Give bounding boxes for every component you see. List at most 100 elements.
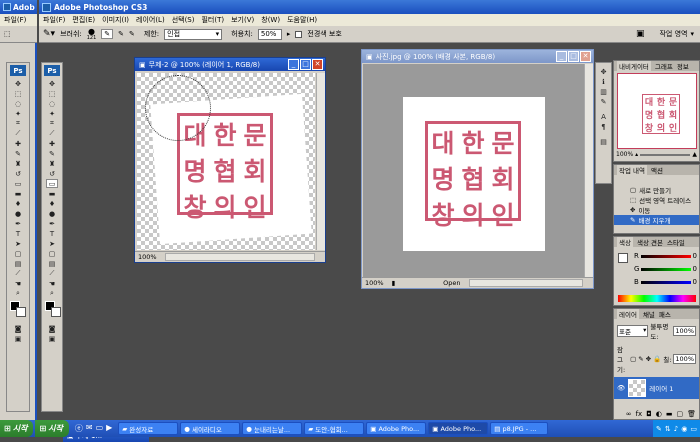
magic-wand-tool-icon[interactable]: ✦: [46, 109, 58, 118]
task-folder-1[interactable]: ▰ 완성자료: [118, 422, 179, 435]
pen-tool-icon[interactable]: ✒: [46, 219, 58, 228]
desktop-icon[interactable]: ▭: [96, 423, 104, 434]
task-snow[interactable]: ● 눈내리는날...: [242, 422, 303, 435]
channel-value[interactable]: 0: [693, 278, 697, 286]
color-slider-b[interactable]: B0: [634, 277, 697, 287]
doc1-hscroll[interactable]: [164, 253, 315, 261]
zoom-in-icon[interactable]: ▲: [692, 151, 697, 158]
channel-value[interactable]: 0: [693, 252, 697, 260]
healing-tool-icon[interactable]: ✚: [12, 139, 24, 148]
color-swatches[interactable]: [45, 301, 61, 321]
maximize-icon[interactable]: □: [568, 51, 579, 62]
hand-tool-icon[interactable]: ☚: [46, 279, 58, 288]
pen-icon[interactable]: ✎: [656, 425, 662, 433]
doc2-hscroll[interactable]: [468, 279, 583, 287]
history-item[interactable]: ✥ 이동: [614, 205, 699, 215]
gradient-tool-icon[interactable]: ▬: [46, 189, 58, 198]
lock-move-icon[interactable]: ✥: [646, 355, 651, 363]
workspace-button[interactable]: 작업 영역: [659, 29, 687, 39]
tab-swatches[interactable]: 색상 견본: [637, 237, 663, 247]
dodge-tool-icon[interactable]: ●: [12, 209, 24, 218]
back-window-title[interactable]: Adob: [0, 0, 37, 14]
path-select-icon[interactable]: ➤: [12, 239, 24, 248]
tolerance-input[interactable]: 50%: [257, 28, 282, 40]
start-button[interactable]: ⊞ 시작: [0, 420, 34, 437]
layer-comps-icon[interactable]: ▤: [598, 137, 610, 146]
menu-help[interactable]: 도움말(H): [287, 15, 317, 25]
paragraph-palette-icon[interactable]: ¶: [598, 122, 610, 131]
tab-styles[interactable]: 스타일: [667, 237, 685, 247]
eraser-tool-icon[interactable]: ▭: [12, 179, 24, 188]
zoom-tool-icon[interactable]: ⌕: [12, 289, 24, 298]
menu-window[interactable]: 창(W): [261, 15, 280, 25]
menu-select[interactable]: 선택(S): [172, 15, 195, 25]
blur-tool-icon[interactable]: ♦: [12, 199, 24, 208]
brush-tool-icon[interactable]: ✎: [46, 149, 58, 158]
start-button-2[interactable]: ⊞ 시작: [35, 420, 69, 437]
tab-navigator[interactable]: 내비게이터: [617, 61, 651, 71]
lock-all-icon[interactable]: 🔒: [653, 355, 661, 363]
app-title-bar[interactable]: Adobe Photoshop CS3: [39, 0, 700, 14]
slice-tool-icon[interactable]: ⟋: [12, 129, 24, 138]
zoom-slider[interactable]: [640, 153, 691, 156]
close-icon[interactable]: ✕: [312, 59, 323, 70]
doc2-canvas[interactable]: 대 한 문 명 협 회 창 의 인: [403, 97, 545, 251]
menu-layer[interactable]: 레이어(L): [136, 15, 165, 25]
marquee-tool-icon[interactable]: ⬚: [46, 89, 58, 98]
link-layers-icon[interactable]: ∞: [626, 410, 632, 418]
hand-tool-icon[interactable]: ☚: [12, 279, 24, 288]
fill-input[interactable]: 100%: [673, 354, 696, 364]
maximize-icon[interactable]: □: [300, 59, 311, 70]
zoom-tool-icon[interactable]: ⌕: [46, 289, 58, 298]
brush-preview-icon[interactable]: ● 121: [87, 27, 97, 41]
ie-icon[interactable]: ⓔ: [75, 423, 83, 434]
shape-tool-icon[interactable]: ▢: [12, 249, 24, 258]
tab-channels[interactable]: 채널: [643, 309, 655, 319]
quickmask-icon[interactable]: ◙: [46, 324, 58, 333]
magic-wand-tool-icon[interactable]: ✦: [12, 109, 24, 118]
history-brush-icon[interactable]: ↺: [12, 169, 24, 178]
blend-mode-select[interactable]: 표준 ▾: [617, 325, 649, 337]
character-palette-icon[interactable]: A: [598, 112, 610, 121]
b-gradient[interactable]: [640, 280, 691, 284]
doc2-canvas-area[interactable]: 대 한 문 명 협 회 창 의 인: [363, 64, 584, 278]
history-item[interactable]: ⬚ 선택 영역 트레이스: [614, 195, 699, 205]
spectrum-bar[interactable]: [618, 295, 696, 302]
brush-tool-icon[interactable]: ✎: [12, 149, 24, 158]
close-icon[interactable]: ✕: [580, 51, 591, 62]
eyedropper-tool-icon[interactable]: ⟋: [12, 269, 24, 278]
brushes-palette-icon[interactable]: ✎: [598, 97, 610, 106]
tab-color[interactable]: 색상: [617, 237, 633, 247]
blur-tool-icon[interactable]: ♦: [46, 199, 58, 208]
crop-tool-icon[interactable]: ⌗: [46, 119, 58, 128]
outlook-icon[interactable]: ✉: [86, 423, 93, 434]
tab-histogram[interactable]: 그래프: [655, 61, 673, 71]
eraser-tool-icon[interactable]: ▭: [46, 179, 58, 188]
path-select-icon[interactable]: ➤: [46, 239, 58, 248]
navigator-preview[interactable]: 대 한 문 명 협 회 창 의 인: [617, 73, 697, 149]
menu-file[interactable]: 파일(F): [43, 15, 65, 25]
ime-icon[interactable]: ▭: [690, 425, 697, 433]
tab-paths[interactable]: 패스: [659, 309, 671, 319]
ps-badge[interactable]: Ps: [44, 65, 60, 76]
screen-mode-icon[interactable]: ▣: [12, 334, 24, 343]
task-folder-2[interactable]: ▰ 도안-협회...: [304, 422, 365, 435]
sampling-once-icon[interactable]: ✎: [118, 30, 124, 38]
protect-checkbox[interactable]: [295, 30, 303, 38]
type-tool-icon[interactable]: T: [12, 229, 24, 238]
back-ps-badge[interactable]: Ps: [10, 65, 26, 76]
shape-tool-icon[interactable]: ▢: [46, 249, 58, 258]
doc2-zoom[interactable]: 100%: [365, 279, 384, 287]
history-item[interactable]: ▢ 새로 만들기: [614, 185, 699, 195]
move-tool-icon[interactable]: ✥: [46, 79, 58, 88]
histogram-palette-icon[interactable]: ▥: [598, 87, 610, 96]
adjustment-layer-icon[interactable]: ◐: [656, 410, 662, 418]
menu-image[interactable]: 이미지(I): [102, 15, 129, 25]
layer-row-selected[interactable]: 👁 레이어 1: [614, 377, 699, 399]
doc1-canvas[interactable]: 대 한 문 명 협 회 창 의 인: [137, 73, 315, 250]
minimize-icon[interactable]: _: [556, 51, 567, 62]
crop-tool-icon[interactable]: ⌗: [12, 119, 24, 128]
menu-edit[interactable]: 편집(E): [72, 15, 95, 25]
eraser-preset-icon[interactable]: ✎▾: [43, 29, 55, 39]
doc1-vscroll[interactable]: [316, 73, 325, 250]
